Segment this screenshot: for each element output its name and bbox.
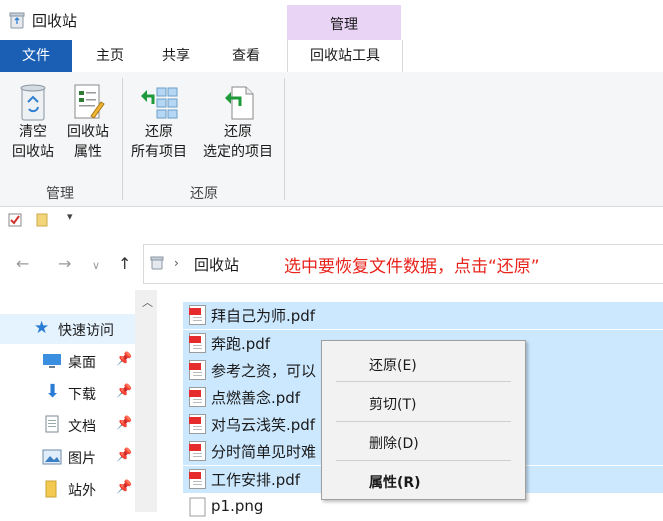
pdf-file-icon [189, 387, 206, 407]
quick-access-toolbar [0, 207, 663, 235]
pin-icon[interactable]: 📌 [116, 416, 132, 431]
restore-selected-items-label-2: 选定的项目 [203, 144, 273, 160]
restore-selected-icon [225, 86, 254, 120]
back-icon[interactable]: ← [16, 254, 29, 273]
recycle-bin-properties-label-1: 回收站 [67, 124, 109, 140]
pin-icon[interactable]: 📌 [116, 448, 132, 463]
pdf-file-icon [189, 469, 206, 489]
tab-recycle-bin-tools[interactable]: 回收站工具 [287, 40, 403, 73]
breadcrumb-chevron-icon[interactable]: › [174, 256, 179, 270]
context-menu: 还原(E) 剪切(T) 删除(D) 属性(R) [321, 340, 526, 500]
nav-item-label: 桌面 [68, 355, 96, 371]
empty-recycle-bin-button[interactable]: 清空 回收站 [8, 80, 58, 172]
scroll-up-icon[interactable]: ︿ [142, 294, 153, 310]
menu-item-properties[interactable]: 属性(R) [369, 472, 421, 492]
star-icon: ★ [34, 318, 50, 338]
tab-share[interactable]: 共享 [148, 40, 204, 72]
file-name: 对乌云浅笑.pdf [211, 416, 316, 434]
pin-icon[interactable]: 📌 [116, 384, 132, 399]
restore-all-items-button[interactable]: 还原 所有项目 [126, 80, 192, 172]
menu-item-delete[interactable]: 删除(D) [369, 433, 419, 453]
download-icon: ⬇ [45, 381, 61, 402]
pdf-file-icon [189, 414, 206, 434]
nav-item-label: 站外 [68, 483, 96, 499]
image-file-icon [189, 497, 206, 517]
context-tab-group-label: 管理 [330, 17, 358, 33]
nav-scrollbar[interactable] [135, 290, 157, 512]
file-name: p1.png [211, 497, 264, 515]
pdf-file-icon [189, 333, 206, 353]
ribbon-group-restore-label: 还原 [190, 186, 218, 202]
tab-home[interactable]: 主页 [82, 40, 138, 72]
tab-file[interactable]: 文件 [0, 40, 72, 72]
menu-separator [336, 421, 511, 422]
pdf-file-icon [189, 441, 206, 461]
new-folder-icon[interactable] [36, 213, 48, 227]
forward-icon[interactable]: → [58, 254, 71, 273]
annotation-text: 选中要恢复文件数据，点击“还原” [284, 257, 540, 277]
pin-icon[interactable]: 📌 [116, 480, 132, 495]
restore-all-items-label-1: 还原 [145, 124, 173, 140]
nav-item-label: 图片 [68, 451, 96, 467]
recycle-bin-icon [9, 12, 25, 29]
file-name: 参考之资，可以 [211, 362, 317, 380]
empty-recycle-bin-label-1: 清空 [19, 124, 47, 140]
properties-icon [74, 84, 105, 119]
nav-item-quick-access[interactable]: ★ 快速访问 [0, 314, 135, 344]
breadcrumb-location[interactable]: 回收站 [194, 254, 239, 275]
menu-item-restore[interactable]: 还原(E) [369, 355, 417, 375]
ribbon-group-separator [122, 78, 123, 200]
nav-item-label: 文档 [68, 419, 96, 435]
restore-selected-items-label-1: 还原 [224, 124, 252, 140]
recycle-bin-icon [150, 256, 164, 270]
desktop-icon [43, 354, 61, 368]
window-title: 回收站 [32, 12, 78, 30]
file-name: 奔跑.pdf [211, 335, 271, 353]
nav-item-label: 下载 [68, 387, 96, 403]
picture-icon [42, 449, 62, 465]
customize-toolbar-icon[interactable]: ▾ [67, 210, 73, 223]
document-icon [45, 415, 59, 433]
restore-all-items-label-2: 所有项目 [131, 144, 187, 160]
file-name: 点燃善念.pdf [211, 389, 301, 407]
menu-separator [336, 460, 511, 461]
recent-locations-icon[interactable]: ∨ [92, 259, 100, 272]
file-name: 拜自己为师.pdf [211, 307, 316, 325]
empty-recycle-bin-label-2: 回收站 [12, 144, 54, 160]
up-icon[interactable]: ↑ [118, 254, 131, 273]
recycle-bin-properties-button[interactable]: 回收站 属性 [60, 80, 116, 172]
recycle-bin-properties-label-2: 属性 [74, 144, 102, 160]
folder-icon [45, 480, 57, 498]
nav-item-pictures[interactable]: 图片 📌 [0, 442, 135, 472]
file-name: 分时简单见时难 [211, 443, 317, 461]
recycle-bin-icon [20, 84, 46, 121]
ribbon-group-manage-label: 管理 [46, 186, 74, 202]
menu-item-cut[interactable]: 剪切(T) [369, 394, 416, 414]
tab-view[interactable]: 查看 [218, 40, 274, 72]
ribbon-group-separator [284, 78, 285, 200]
nav-item-zhanwai[interactable]: 站外 📌 [0, 474, 135, 504]
file-row[interactable]: 拜自己为师.pdf [183, 302, 663, 329]
restore-selected-items-button[interactable]: 还原 选定的项目 [196, 80, 280, 172]
pdf-file-icon [189, 305, 206, 325]
nav-item-desktop[interactable]: 桌面 📌 [0, 346, 135, 376]
nav-item-label: 快速访问 [58, 323, 114, 339]
menu-separator [336, 381, 511, 382]
nav-item-downloads[interactable]: ⬇ 下载 📌 [0, 378, 135, 408]
pin-icon[interactable]: 📌 [116, 352, 132, 367]
pdf-file-icon [189, 360, 206, 380]
file-name: 工作安排.pdf [211, 471, 301, 489]
properties-check-icon[interactable] [8, 213, 22, 227]
nav-item-documents[interactable]: 文档 📌 [0, 410, 135, 440]
restore-all-icon [141, 87, 178, 119]
